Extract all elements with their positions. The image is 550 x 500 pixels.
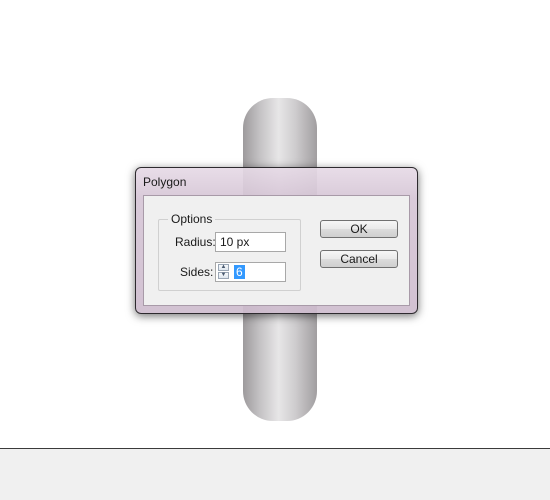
polygon-dialog: Polygon Options Radius: 10 px Sides: ▲ ▼… — [135, 167, 418, 314]
radius-input[interactable]: 10 px — [215, 232, 286, 252]
arrow-up-icon[interactable]: ▲ — [218, 264, 229, 271]
arrow-down-icon[interactable]: ▼ — [218, 272, 229, 279]
ok-button[interactable]: OK — [320, 220, 398, 238]
bottom-panel — [0, 449, 550, 500]
stepper-arrows: ▲ ▼ — [217, 264, 230, 280]
options-group: Options Radius: 10 px Sides: ▲ ▼ 6 — [158, 212, 301, 291]
cancel-button[interactable]: Cancel — [320, 250, 398, 268]
options-group-label: Options — [168, 212, 216, 226]
radius-label: Radius: — [175, 235, 216, 249]
sides-stepper[interactable]: ▲ ▼ 6 — [215, 262, 286, 282]
sides-label: Sides: — [180, 265, 214, 279]
sides-input[interactable]: 6 — [234, 265, 245, 279]
dialog-body: Options Radius: 10 px Sides: ▲ ▼ 6 OK Ca… — [143, 195, 410, 306]
dialog-title: Polygon — [143, 175, 187, 189]
